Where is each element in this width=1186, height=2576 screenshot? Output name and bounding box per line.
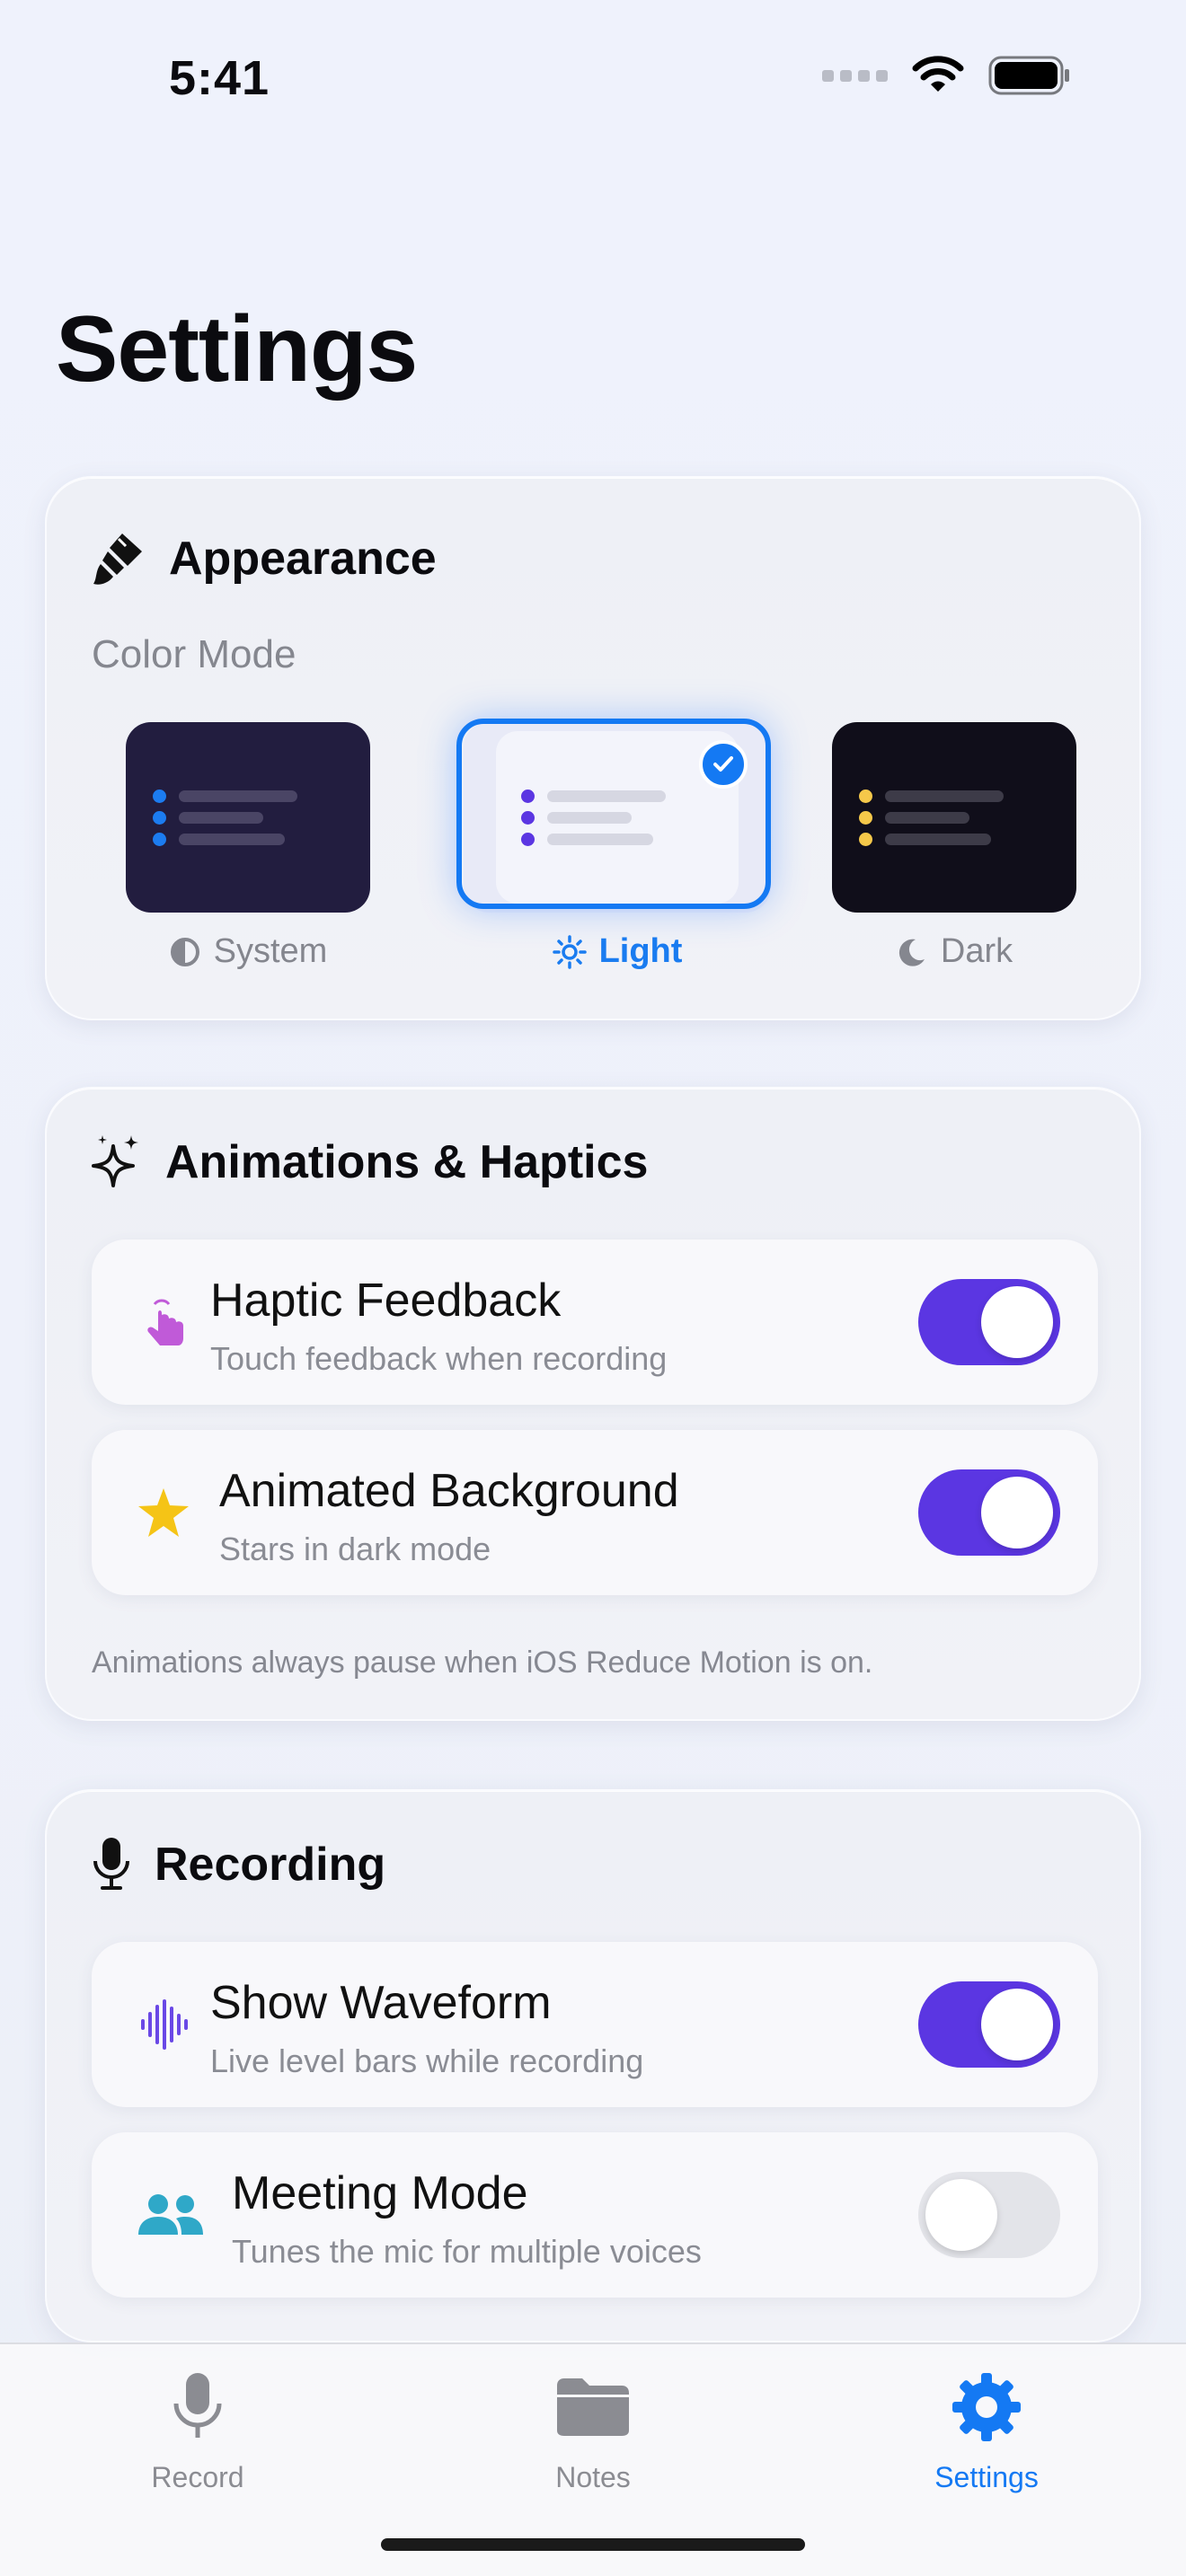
mic-icon: [93, 1838, 129, 1890]
haptic-feedback-title: Haptic Feedback: [210, 1275, 562, 1327]
color-mode-light[interactable]: Light: [456, 719, 774, 971]
animated-background-title: Animated Background: [219, 1465, 679, 1517]
dark-label-text: Dark: [940, 932, 1013, 970]
system-label-text: System: [213, 932, 328, 970]
home-indicator: [381, 2538, 805, 2551]
system-preview: [126, 722, 370, 913]
appearance-title: Appearance: [169, 533, 437, 585]
haptic-feedback-subtitle: Touch feedback when recording: [210, 1340, 668, 1377]
animations-footnote: Animations always pause when iOS Reduce …: [92, 1645, 873, 1680]
status-time: 5:41: [169, 51, 270, 105]
animated-background-toggle[interactable]: [918, 1469, 1060, 1556]
sun-icon: [552, 934, 587, 969]
tab-notes-label: Notes: [555, 2461, 631, 2493]
selected-outline: [456, 719, 771, 909]
mic-icon: [90, 2364, 305, 2450]
dark-label: Dark: [819, 932, 1089, 971]
people-icon: [137, 2188, 205, 2242]
checkmark-icon: [699, 740, 748, 789]
recording-header: Recording: [92, 1836, 385, 1893]
appearance-header: Appearance: [92, 530, 437, 587]
color-mode-dark[interactable]: Dark: [819, 722, 1089, 971]
appearance-card: Appearance Color Mode System Light Dark: [45, 476, 1141, 1020]
animated-background-row[interactable]: Animated Background Stars in dark mode: [92, 1430, 1098, 1595]
sparkles-icon: [92, 1135, 138, 1187]
meeting-mode-title: Meeting Mode: [232, 2167, 528, 2219]
recording-card: Recording Show Waveform Live level bars …: [45, 1789, 1141, 2342]
show-waveform-title: Show Waveform: [210, 1977, 552, 2029]
show-waveform-toggle[interactable]: [918, 1981, 1060, 2068]
half-circle-icon: [170, 937, 199, 966]
meeting-mode-toggle[interactable]: [918, 2172, 1060, 2258]
animations-title: Animations & Haptics: [165, 1136, 649, 1188]
gear-icon: [879, 2364, 1094, 2450]
color-mode-system[interactable]: System: [113, 722, 383, 971]
recording-title: Recording: [155, 1839, 386, 1891]
animated-background-subtitle: Stars in dark mode: [219, 1531, 491, 1567]
page-title: Settings: [56, 297, 418, 401]
haptic-feedback-row[interactable]: Haptic Feedback Touch feedback when reco…: [92, 1239, 1098, 1405]
folder-icon: [485, 2364, 701, 2450]
light-label-text: Light: [598, 932, 683, 970]
dark-preview: [832, 722, 1076, 913]
star-icon: [137, 1486, 190, 1539]
color-mode-label: Color Mode: [92, 632, 296, 676]
haptic-feedback-toggle[interactable]: [918, 1279, 1060, 1365]
wifi-icon: [912, 56, 964, 92]
paintbrush-icon: [93, 534, 142, 585]
meeting-mode-row[interactable]: Meeting Mode Tunes the mic for multiple …: [92, 2132, 1098, 2298]
tab-record-label: Record: [151, 2461, 244, 2493]
animations-header: Animations & Haptics: [92, 1134, 648, 1191]
system-label: System: [113, 932, 383, 971]
show-waveform-row[interactable]: Show Waveform Live level bars while reco…: [92, 1942, 1098, 2107]
animations-card: Animations & Haptics Haptic Feedback Tou…: [45, 1087, 1141, 1721]
light-label: Light: [460, 932, 774, 971]
cellular-icon: [822, 69, 888, 82]
meeting-mode-subtitle: Tunes the mic for multiple voices: [232, 2233, 702, 2270]
tab-record[interactable]: Record: [90, 2364, 305, 2494]
battery-icon: [988, 56, 1069, 95]
tab-notes[interactable]: Notes: [485, 2364, 701, 2494]
tab-settings[interactable]: Settings: [879, 2364, 1094, 2494]
show-waveform-subtitle: Live level bars while recording: [210, 2042, 644, 2079]
waveform-icon: [137, 1998, 190, 2051]
status-indicators: [822, 56, 1071, 95]
tab-settings-label: Settings: [934, 2461, 1039, 2493]
moon-icon: [898, 939, 925, 966]
hand-tap-icon: [137, 1295, 190, 1349]
settings-screen: 5:41 Settings Appearance Color Mode Syst…: [0, 0, 1186, 2576]
